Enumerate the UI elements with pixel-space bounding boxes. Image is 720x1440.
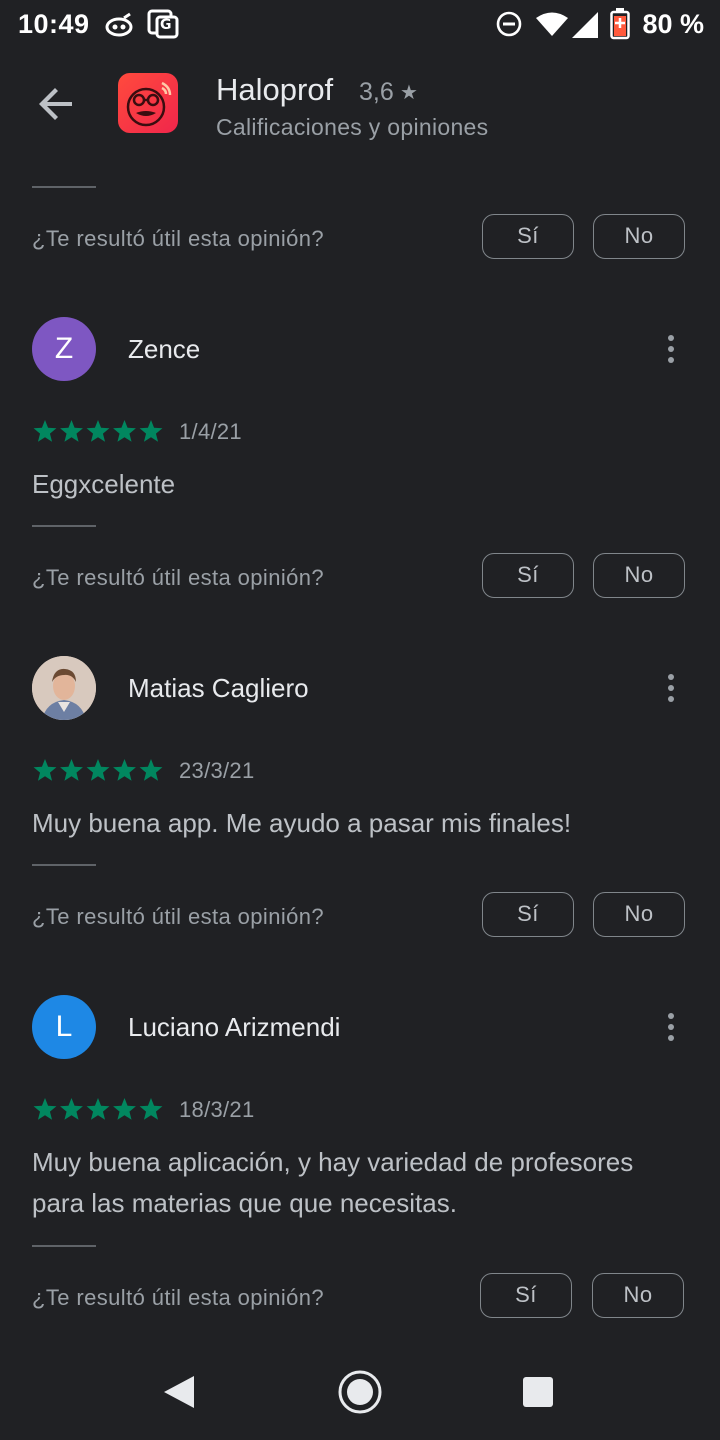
review-divider [32, 864, 96, 866]
app-rating: 3,6 [359, 78, 394, 106]
helpful-no-button[interactable]: No [593, 553, 685, 598]
star-icon [139, 759, 163, 781]
nav-recents-icon[interactable] [522, 1376, 554, 1408]
wifi-icon [536, 12, 568, 36]
star-icon: ★ [400, 82, 418, 104]
page-subtitle: Calificaciones y opiniones [216, 114, 489, 140]
star-icon [86, 420, 110, 442]
reviewer-name: Zence [128, 334, 201, 364]
avatar: L [32, 995, 96, 1059]
more-options-icon[interactable] [656, 668, 686, 708]
star-icon [33, 759, 57, 781]
helpful-question: ¿Te resultó útil esta opinión? [32, 565, 325, 590]
review-divider [32, 186, 96, 188]
star-icon [33, 1098, 57, 1120]
system-nav-bar [0, 1340, 720, 1440]
star-rating [33, 420, 163, 442]
review-date: 18/3/21 [179, 1097, 255, 1122]
helpful-yes-button[interactable]: Sí [482, 553, 574, 598]
reviewer-name: Luciano Arizmendi [128, 1012, 341, 1042]
star-icon [33, 420, 57, 442]
helpful-no-button[interactable]: No [592, 1273, 684, 1318]
review-divider [32, 525, 96, 527]
helpful-yes-button[interactable]: Sí [482, 214, 574, 259]
notification-icon [105, 12, 133, 37]
signal-icon [572, 12, 598, 38]
translate-icon: G [147, 9, 179, 39]
status-time: 10:49 [18, 9, 90, 39]
app-icon[interactable] [118, 73, 178, 133]
star-icon [86, 1098, 110, 1120]
star-icon [113, 759, 136, 781]
helpful-yes-button[interactable]: Sí [482, 892, 574, 937]
helpful-yes-button[interactable]: Sí [480, 1273, 572, 1318]
helpful-question: ¿Te resultó útil esta opinión? [32, 1285, 325, 1310]
battery-percent: 80 % [642, 9, 704, 39]
status-bar: 10:49 G 80 % [0, 0, 720, 50]
nav-home-icon[interactable] [336, 1368, 384, 1416]
star-icon [139, 1098, 163, 1120]
star-icon [139, 420, 163, 442]
avatar: Z [32, 317, 96, 381]
app-header: Haloprof 3,6 ★ Calificaciones y opinione… [0, 50, 720, 160]
star-icon [60, 1098, 83, 1120]
review-date: 23/3/21 [179, 758, 255, 783]
review-text: Muy buena app. Me ayudo a pasar mis fina… [32, 808, 572, 838]
back-arrow-icon[interactable] [32, 80, 80, 128]
helpful-question: ¿Te resultó útil esta opinión? [32, 226, 325, 251]
review-text: Eggxcelente [32, 469, 176, 499]
more-options-icon[interactable] [656, 1007, 686, 1047]
star-icon [113, 1098, 136, 1120]
helpful-no-button[interactable]: No [593, 892, 685, 937]
avatar [32, 656, 96, 720]
star-icon [86, 759, 110, 781]
battery-icon [610, 8, 630, 40]
helpful-question: ¿Te resultó útil esta opinión? [32, 904, 325, 929]
reviewer-name: Matias Cagliero [128, 673, 309, 703]
star-rating [33, 1098, 163, 1120]
svg-text:G: G [160, 17, 172, 33]
app-title: Haloprof [216, 72, 334, 107]
profile-photo-icon [32, 656, 96, 720]
review-divider [32, 1245, 96, 1247]
more-options-icon[interactable] [656, 329, 686, 369]
star-icon [113, 420, 136, 442]
star-icon [60, 420, 83, 442]
star-icon [60, 759, 83, 781]
star-rating [33, 759, 163, 781]
nav-back-icon[interactable] [162, 1374, 196, 1410]
helpful-no-button[interactable]: No [593, 214, 685, 259]
review-date: 1/4/21 [179, 419, 242, 444]
review-text: Muy buena aplicación, y hay variedad de … [32, 1147, 634, 1218]
do-not-disturb-icon [496, 11, 522, 37]
